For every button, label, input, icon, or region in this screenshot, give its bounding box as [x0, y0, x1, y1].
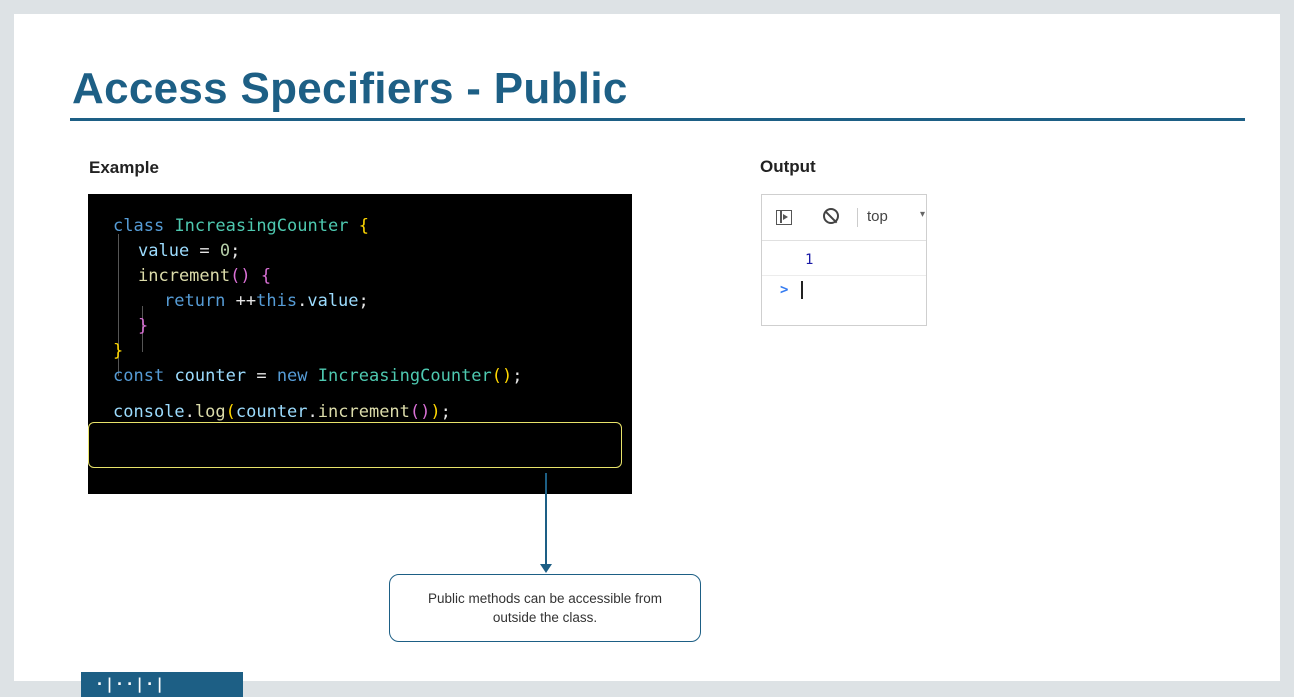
code-class-name: IncreasingCounter: [174, 216, 349, 236]
code-op: ++: [225, 291, 257, 311]
toolbar-separator: [857, 208, 858, 227]
code-class-name: IncreasingCounter: [317, 366, 492, 386]
code-dot: .: [307, 402, 318, 422]
code-paren: (): [230, 266, 251, 286]
sidebar-toggle-icon[interactable]: [776, 210, 792, 225]
code-line-2: value = 0;: [138, 239, 240, 263]
code-number: 0: [219, 241, 231, 261]
code-object: console: [113, 402, 185, 422]
callout-text: Public methods can be accessible from ou…: [427, 591, 663, 625]
code-line-6: }: [113, 339, 123, 363]
callout-connector: [545, 473, 547, 566]
bottom-tab-text: ·|··|·|: [95, 675, 166, 693]
code-variable: counter: [174, 366, 247, 386]
console-output-row: 1: [762, 245, 926, 276]
code-paren: (: [225, 402, 236, 422]
code-brace: {: [358, 216, 369, 236]
code-this: this: [256, 291, 298, 311]
context-selector[interactable]: top: [867, 208, 888, 225]
text-caret: [801, 281, 803, 299]
code-brace: {: [260, 266, 272, 286]
code-semicolon: ;: [440, 402, 451, 422]
code-line-1: class IncreasingCounter {: [113, 214, 369, 238]
code-op: =: [189, 241, 220, 261]
code-line-8: console.log(counter.increment());: [113, 400, 451, 424]
clear-console-icon[interactable]: [823, 208, 839, 224]
code-keyword: const: [113, 366, 165, 386]
code-keyword: return: [164, 291, 226, 311]
devtools-console: top ▾ 1 >: [761, 194, 927, 326]
code-keyword: class: [113, 216, 165, 236]
code-dot: .: [184, 402, 195, 422]
console-toolbar: top ▾: [762, 195, 926, 241]
code-line-7: const counter = new IncreasingCounter();: [113, 364, 523, 388]
code-method: increment: [317, 402, 410, 422]
code-semicolon: ;: [230, 241, 241, 261]
code-semicolon: ;: [512, 366, 523, 386]
code-line-5: }: [138, 314, 148, 338]
bottom-tab: ·|··|·|: [81, 672, 243, 697]
code-keyword: new: [276, 366, 308, 386]
title-divider: [70, 118, 1245, 121]
output-label: Output: [760, 157, 816, 176]
code-line-4: return ++this.value;: [164, 289, 369, 313]
console-output-value: 1: [805, 252, 814, 268]
code-paren: (): [409, 402, 431, 422]
arrow-down-icon: [540, 564, 552, 573]
highlight-box: [88, 422, 622, 468]
code-brace: }: [138, 316, 149, 336]
slide-title: Access Specifiers - Public: [72, 64, 628, 113]
code-variable: counter: [235, 402, 308, 422]
example-label: Example: [89, 158, 159, 177]
code-block: class IncreasingCounter { value = 0; inc…: [88, 194, 632, 494]
console-input-row[interactable]: >: [762, 277, 926, 307]
code-brace: }: [113, 341, 124, 361]
callout-box: Public methods can be accessible from ou…: [389, 574, 701, 642]
code-method: increment: [138, 266, 231, 286]
code-property: value: [138, 241, 190, 261]
slide: Access Specifiers - Public Example Outpu…: [14, 14, 1280, 681]
prompt-icon: >: [780, 282, 789, 298]
code-method: log: [194, 402, 226, 422]
code-dot: .: [297, 291, 308, 311]
code-paren: ): [430, 402, 441, 422]
code-semicolon: ;: [358, 291, 369, 311]
code-paren: (): [491, 366, 513, 386]
chevron-down-icon[interactable]: ▾: [920, 209, 925, 220]
code-op: =: [246, 366, 277, 386]
code-line-3: increment() {: [138, 264, 271, 288]
code-property: value: [307, 291, 359, 311]
